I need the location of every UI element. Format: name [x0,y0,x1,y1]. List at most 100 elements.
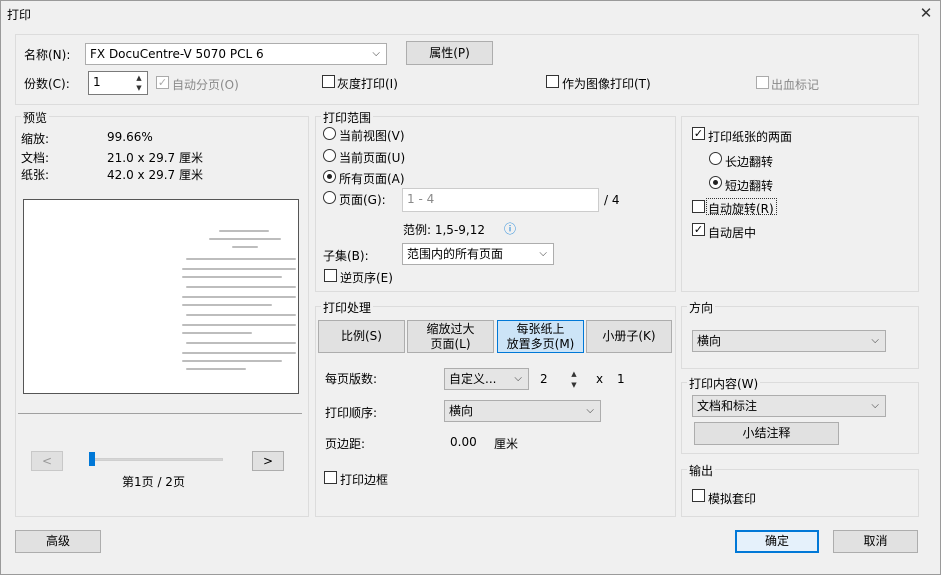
content-group-label: 打印内容(W) [687,375,761,392]
chevron-down-icon: ⌵ [871,400,879,411]
auto-rotate-checkbox[interactable] [692,200,705,213]
chevron-down-icon: ⌵ [586,405,594,416]
content-value: 文档和标注 [697,399,758,413]
as-image-checkbox[interactable] [546,75,559,88]
subset-label: 子集(B): [323,249,369,263]
current-page-label: 当前页面(U) [339,151,406,165]
long-edge-label: 长边翻转 [725,155,774,169]
margin-value[interactable]: 0.00 [450,435,477,449]
print-handling-group-label: 打印处理 [321,299,374,316]
close-icon[interactable]: ✕ [917,4,935,22]
zoom-value: 99.66% [107,130,153,144]
tab-multiple-line1: 每张纸上 [516,321,565,336]
paper-size-label: 纸张: [21,168,50,182]
ok-button[interactable]: 确定 [735,530,819,553]
both-sides-checkbox[interactable]: ✓ [692,127,705,140]
pages-label: 页面(G): [339,193,386,207]
margin-label: 页边距: [325,437,366,451]
printer-select[interactable]: FX DocuCentre-V 5070 PCL 6 ⌵ [85,43,387,65]
page-order-value: 横向 [449,404,474,418]
print-border-label: 打印边框 [340,473,389,487]
bleed-label: 出血标记 [771,78,820,92]
short-edge-label: 短边翻转 [725,179,774,193]
window-title: 打印 [7,8,32,22]
copies-spin-up-icon[interactable]: ▲ [133,73,145,83]
all-pages-label: 所有页面(A) [339,172,405,186]
columns-value[interactable]: 2 [540,372,548,386]
pages-input[interactable]: 1 - 4 [402,188,599,212]
pages-per-sheet-value: 自定义... [449,372,497,386]
properties-button[interactable]: 属性(P) [406,41,493,65]
tab-shrink-oversized[interactable]: 缩放过大 页面(L) [407,320,494,353]
all-pages-radio[interactable] [323,170,336,183]
tab-multiple-pages[interactable]: 每张纸上 放置多页(M) [497,320,584,353]
pages-radio[interactable] [323,191,336,204]
subset-select[interactable]: 范围内的所有页面 ⌵ [402,243,554,265]
advanced-button[interactable]: 高级 [15,530,101,553]
auto-center-label: 自动居中 [708,226,757,240]
cancel-button[interactable]: 取消 [833,530,918,553]
copies-spin-down-icon[interactable]: ▼ [133,83,145,93]
collate-label: 自动分页(O) [172,78,239,92]
tab-scale[interactable]: 比例(S) [318,320,405,353]
page-slider-thumb[interactable] [89,452,95,466]
tab-shrink-line2: 页面(L) [430,336,471,351]
reverse-pages-label: 逆页序(E) [340,271,393,285]
chevron-down-icon: ⌵ [871,335,879,346]
page-indicator: 第1页 / 2页 [122,475,185,489]
orientation-value: 横向 [697,334,722,348]
print-border-checkbox[interactable] [324,471,337,484]
rows-value[interactable]: 1 [617,372,625,386]
pages-per-sheet-label: 每页版数: [325,372,378,386]
tab-shrink-line1: 缩放过大 [426,321,475,336]
pages-per-sheet-select[interactable]: 自定义... ⌵ [444,368,529,390]
grayscale-label: 灰度打印(I) [337,77,398,91]
collate-checkbox[interactable]: ✓ [156,76,169,89]
preview-divider [18,413,302,414]
output-group-label: 输出 [687,462,716,479]
tab-multiple-line2: 放置多页(M) [506,336,575,351]
page-order-label: 打印顺序: [325,406,378,420]
orientation-group-label: 方向 [687,299,716,316]
simulate-overprint-label: 模拟套印 [708,492,757,506]
summarize-comments-button[interactable]: 小结注释 [694,422,839,445]
content-select[interactable]: 文档和标注 ⌵ [692,395,886,417]
print-range-group-label: 打印范围 [321,109,374,126]
paper-size-value: 42.0 x 29.7 厘米 [107,168,203,182]
simulate-overprint-checkbox[interactable] [692,489,705,502]
next-page-button[interactable]: > [252,451,284,471]
range-example: 范例: 1,5-9,12 [403,223,485,237]
reverse-pages-checkbox[interactable] [324,269,337,282]
orientation-select[interactable]: 横向 ⌵ [692,330,886,352]
page-slider-track[interactable] [89,458,223,461]
copies-label: 份数(C): [24,77,70,91]
info-icon[interactable]: ⓘ [504,220,516,237]
short-edge-radio[interactable] [709,176,722,189]
printer-select-value: FX DocuCentre-V 5070 PCL 6 [90,47,264,61]
auto-center-checkbox[interactable]: ✓ [692,223,705,236]
bleed-checkbox[interactable] [756,76,769,89]
long-edge-radio[interactable] [709,152,722,165]
as-image-label: 作为图像打印(T) [562,77,651,91]
prev-page-button[interactable]: < [31,451,63,471]
auto-rotate-label: 自动旋转(R) [708,202,774,216]
page-order-select[interactable]: 横向 ⌵ [444,400,601,422]
both-sides-label: 打印纸张的两面 [708,130,793,144]
pages-total: / 4 [604,193,620,207]
printer-name-label: 名称(N): [24,48,71,62]
chevron-down-icon: ⌵ [514,373,522,384]
columns-spin-down-icon[interactable]: ▼ [568,380,580,390]
chevron-down-icon: ⌵ [372,48,380,59]
current-page-radio[interactable] [323,149,336,162]
subset-select-value: 范围内的所有页面 [407,247,504,261]
preview-group-label: 预览 [21,109,50,126]
zoom-label: 缩放: [21,132,50,146]
columns-spin-up-icon[interactable]: ▲ [568,369,580,379]
page-preview [23,199,299,394]
current-view-radio[interactable] [323,127,336,140]
tab-booklet[interactable]: 小册子(K) [586,320,672,353]
grayscale-checkbox[interactable] [322,75,335,88]
current-view-label: 当前视图(V) [339,129,405,143]
doc-size-value: 21.0 x 29.7 厘米 [107,151,203,165]
doc-size-label: 文档: [21,151,50,165]
